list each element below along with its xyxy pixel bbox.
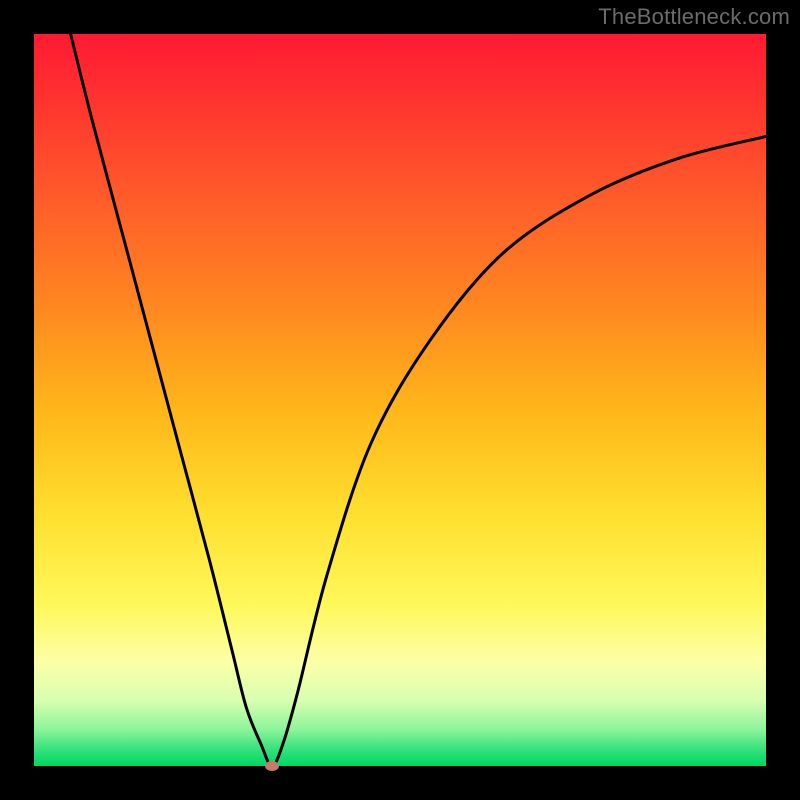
bottleneck-curve xyxy=(34,34,766,766)
chart-frame: TheBottleneck.com xyxy=(0,0,800,800)
minimum-marker xyxy=(265,761,279,771)
watermark-text: TheBottleneck.com xyxy=(598,4,790,30)
plot-area xyxy=(34,34,766,766)
